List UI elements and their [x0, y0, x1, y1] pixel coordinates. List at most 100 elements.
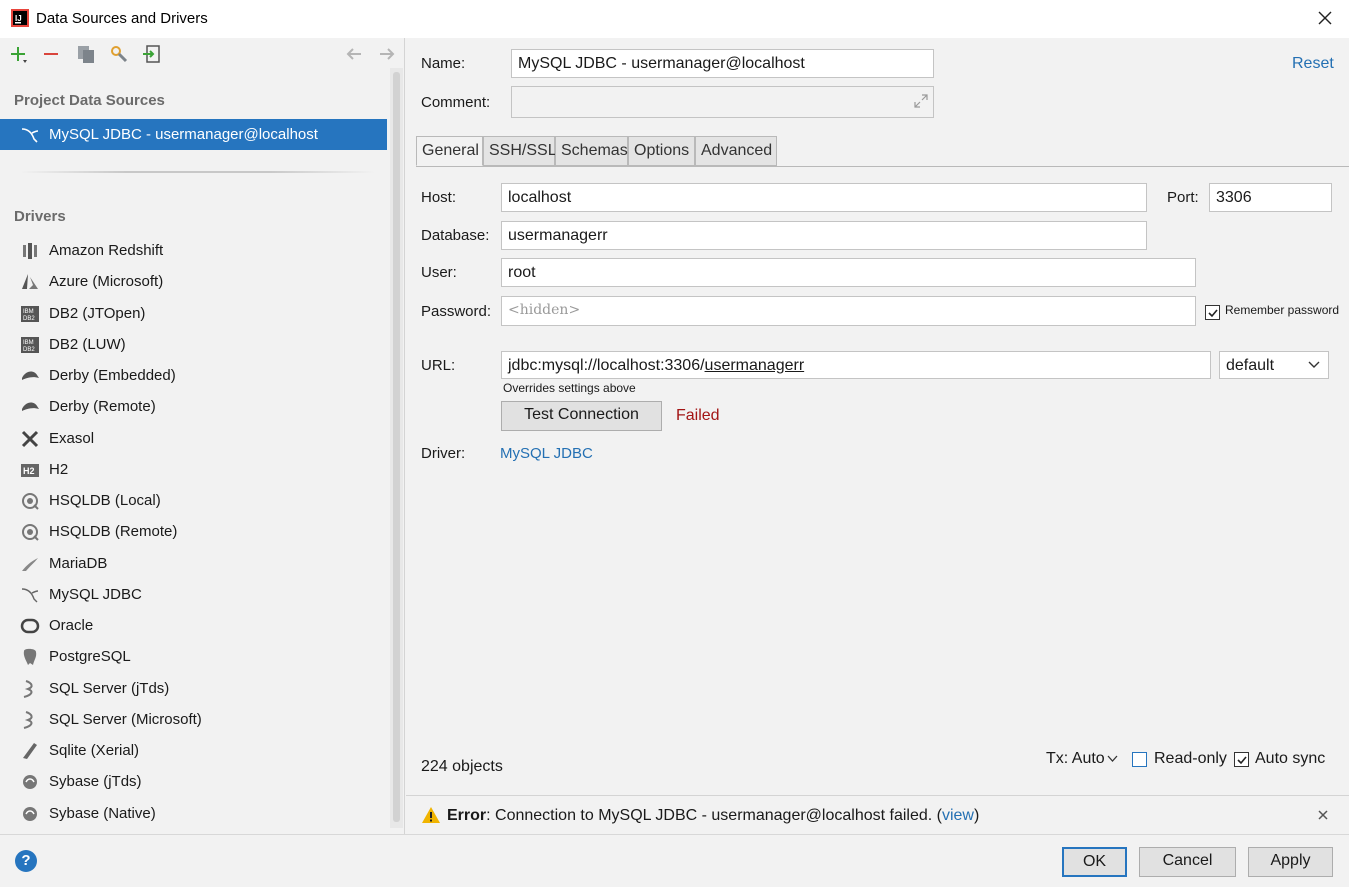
cancel-button[interactable]: Cancel — [1139, 847, 1236, 877]
driver-item[interactable]: Oracle — [0, 611, 387, 642]
tab-general[interactable]: General — [416, 136, 483, 166]
import-icon[interactable] — [142, 44, 162, 64]
driver-label: SQL Server (Microsoft) — [49, 710, 202, 728]
driver-item[interactable]: MySQL JDBC — [0, 580, 387, 611]
driver-item[interactable]: Amazon Redshift — [0, 236, 387, 267]
driver-item[interactable]: Azure (Microsoft) — [0, 267, 387, 298]
host-label: Host: — [421, 189, 457, 206]
test-connection-button[interactable]: Test Connection — [501, 401, 662, 431]
driver-link[interactable]: MySQL JDBC — [500, 445, 593, 462]
remove-icon[interactable] — [41, 44, 61, 64]
comment-field[interactable] — [511, 86, 934, 118]
dialog-footer: ? OK Cancel Apply — [0, 834, 1349, 887]
sqlite-icon — [23, 743, 37, 759]
driver-item[interactable]: PostgreSQL — [0, 642, 387, 673]
svg-text:DB2: DB2 — [23, 347, 35, 353]
ok-label: OK — [1082, 853, 1107, 870]
auto-sync-label: Auto sync — [1255, 750, 1326, 767]
scrollbar-thumb[interactable] — [393, 72, 400, 822]
data-source-label: MySQL JDBC - usermanager@localhost — [49, 126, 318, 143]
data-source-item-mysql[interactable]: MySQL JDBC - usermanager@localhost — [0, 119, 387, 150]
tab-schemas[interactable]: Schemas — [555, 136, 628, 166]
ok-button[interactable]: OK — [1062, 847, 1127, 877]
driver-item[interactable]: HSQLDB (Remote) — [0, 517, 387, 548]
close-icon[interactable] — [1315, 8, 1335, 28]
driver-item[interactable]: Derby (Remote) — [0, 392, 387, 423]
driver-item[interactable]: Sybase (Native) — [0, 799, 387, 830]
auto-sync-checkbox[interactable] — [1234, 752, 1249, 767]
remember-password-checkbox[interactable] — [1205, 305, 1220, 320]
driver-item[interactable]: Sqlite (Xerial) — [0, 736, 387, 767]
read-only-checkbox[interactable] — [1132, 752, 1147, 767]
name-label: Name: — [421, 55, 466, 72]
driver-item[interactable]: SQL Server (jTds) — [0, 674, 387, 705]
postgresql-icon — [23, 649, 37, 666]
driver-settings-icon[interactable] — [109, 44, 129, 64]
database-field[interactable]: usermanagerr — [501, 221, 1147, 250]
back-arrow-icon[interactable] — [344, 44, 364, 64]
driver-item[interactable]: IBM DB2 DB2 (JTOpen) — [0, 299, 387, 330]
expand-icon[interactable] — [912, 92, 930, 110]
reset-link[interactable]: Reset — [1292, 55, 1334, 73]
error-view-link[interactable]: view — [942, 807, 974, 824]
url-mode-select[interactable]: default — [1219, 351, 1329, 379]
sidebar: Project Data Sources MySQL JDBC - userma… — [0, 38, 405, 834]
url-field[interactable]: jdbc:mysql://localhost:3306/usermanagerr — [501, 351, 1211, 379]
derby-icon — [22, 371, 39, 380]
checkmark-icon — [1208, 309, 1218, 318]
password-field[interactable]: <hidden> — [501, 296, 1196, 326]
driver-label: H2 — [49, 460, 69, 478]
tab-ssh-ssl[interactable]: SSH/SSL — [483, 136, 557, 166]
duplicate-icon[interactable] — [76, 44, 96, 64]
port-field[interactable]: 3306 — [1209, 183, 1332, 212]
cancel-label: Cancel — [1162, 852, 1213, 869]
driver-label: HSQLDB (Remote) — [49, 523, 178, 541]
port-label: Port: — [1167, 189, 1199, 206]
url-database: usermanagerr — [704, 357, 805, 374]
help-icon[interactable]: ? — [15, 850, 37, 872]
comment-label: Comment: — [421, 94, 491, 111]
user-label: User: — [421, 264, 457, 281]
url-mode-value: default — [1226, 357, 1275, 374]
driver-label: Sybase (Native) — [49, 804, 156, 822]
add-icon[interactable] — [8, 44, 28, 64]
warning-icon — [422, 807, 440, 823]
name-field[interactable]: MySQL JDBC - usermanager@localhost — [511, 49, 934, 78]
forward-arrow-icon[interactable] — [377, 44, 397, 64]
error-title: Error — [447, 807, 487, 824]
url-hint: Overrides settings above — [503, 381, 636, 395]
driver-item[interactable]: HSQLDB (Local) — [0, 486, 387, 517]
driver-item[interactable]: H2 H2 — [0, 455, 387, 486]
database-label: Database: — [421, 227, 490, 244]
driver-item[interactable]: Derby (Embedded) — [0, 361, 387, 392]
error-message: Error: Connection to MySQL JDBC - userma… — [447, 807, 979, 825]
tab-advanced[interactable]: Advanced — [695, 136, 777, 166]
apply-button[interactable]: Apply — [1248, 847, 1333, 877]
close-notification-icon[interactable] — [1318, 810, 1328, 820]
sybase-icon — [23, 775, 37, 790]
driver-label: Exasol — [49, 429, 95, 447]
driver-item[interactable]: Exasol — [0, 424, 387, 455]
hsqldb-icon — [22, 524, 39, 541]
window-title: Data Sources and Drivers — [36, 10, 208, 27]
tx-mode-dropdown[interactable]: Tx: Auto — [1046, 750, 1118, 768]
url-prefix: jdbc:mysql://localhost:3306/ — [508, 357, 705, 374]
driver-item[interactable]: IBM DB2 DB2 (LUW) — [0, 330, 387, 361]
driver-label: MariaDB — [49, 554, 108, 572]
driver-label: DB2 (LUW) — [49, 335, 126, 353]
svg-text:IBM: IBM — [23, 340, 34, 346]
apply-label: Apply — [1270, 852, 1311, 869]
user-field[interactable]: root — [501, 258, 1196, 287]
driver-label: Sybase (jTds) — [49, 773, 142, 791]
sidebar-scrollbar[interactable] — [390, 68, 403, 828]
driver-item[interactable]: SQL Server (Microsoft) — [0, 705, 387, 736]
tab-options[interactable]: Options — [628, 136, 695, 166]
driver-item[interactable]: Sybase (jTds) — [0, 767, 387, 798]
mysql-icon — [21, 588, 39, 603]
mariadb-icon — [22, 557, 38, 571]
title-bar: IJ Data Sources and Drivers — [0, 0, 1349, 38]
drivers-header: Drivers — [14, 208, 66, 225]
host-field[interactable]: localhost — [501, 183, 1147, 212]
azure-icon — [22, 274, 38, 290]
driver-item[interactable]: MariaDB — [0, 549, 387, 580]
